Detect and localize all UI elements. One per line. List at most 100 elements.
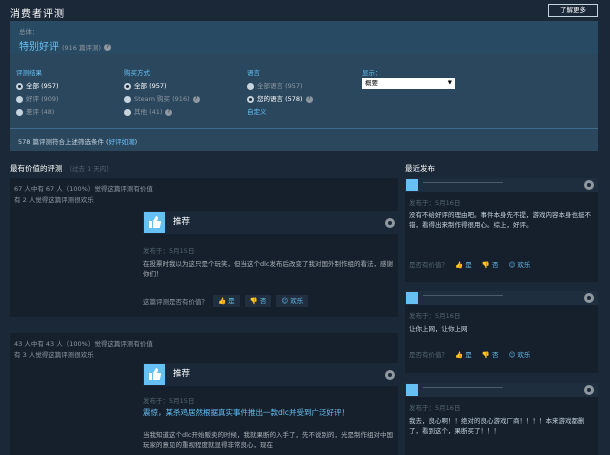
radio-purchase-other[interactable]: 其他 (41)?: [124, 106, 200, 119]
help-icon[interactable]: ?: [165, 108, 173, 116]
steam-icon: [584, 180, 594, 190]
vote-funny-button[interactable]: ☺ 欢乐: [509, 351, 531, 359]
filter-rating-title: 评测结果: [16, 69, 42, 77]
overall-review-count: (916 篇评测): [62, 44, 102, 52]
filter-language: 语言 全部语言 (957) 您的语言 (578)? 自定义: [247, 67, 313, 116]
review-text: 在投票时我以为这只是个玩笑，但当这个dlc发布后改变了我对国外制作组的看法，感谢…: [143, 260, 394, 278]
thumbs-up-icon: 👍: [218, 297, 227, 305]
review-recommend-header[interactable]: 推荐: [143, 363, 400, 386]
radio-rating-all[interactable]: 全部 (957): [16, 80, 59, 93]
recent-review-header[interactable]: [405, 291, 598, 305]
help-icon[interactable]: ?: [104, 43, 112, 51]
radio-icon[interactable]: [16, 95, 23, 103]
funny-count: 有 3 人觉得这篇评测很欢乐: [14, 351, 94, 359]
section-title: 消费者评测: [10, 9, 65, 20]
radio-icon[interactable]: [16, 82, 23, 90]
thumbs-down-icon: 👎: [249, 297, 258, 305]
filter-purchase: 购买方式 全部 (957) Steam 购买 (916)? 其他 (41)?: [124, 67, 200, 119]
overall-rating: 特别好评 (916 篇评测)?: [19, 38, 112, 53]
thumbs-up-icon: [406, 179, 418, 191]
radio-purchase-steam[interactable]: Steam 购买 (916)?: [124, 93, 200, 106]
vote-no-button[interactable]: 👎 否: [482, 351, 499, 359]
review-filter-panel: 总体： 特别好评 (916 篇评测)? 评测结果 全部 (957) 好评 (909…: [10, 21, 598, 151]
reviews-header: 消费者评测 了解更多: [10, 4, 598, 20]
thumbs-up-icon: [406, 384, 418, 396]
review-recommend-header[interactable]: 推荐: [143, 211, 400, 234]
username-placeholder: [423, 387, 503, 388]
radio-language-yours[interactable]: 您的语言 (578)?: [247, 93, 313, 106]
vote-funny-button[interactable]: ☺ 欢乐: [509, 261, 531, 269]
vote-row: 这篇评测是否有价值？ 👍 是 👎 否 ☺ 欢乐: [143, 295, 311, 309]
radio-rating-negative[interactable]: 差评 (48): [16, 106, 59, 119]
filter-rating: 评测结果 全部 (957) 好评 (909) 差评 (48): [16, 67, 59, 119]
vote-no-button[interactable]: 👎 否: [244, 295, 272, 307]
username-placeholder: [423, 182, 503, 183]
most-helpful-title: 最有价值的评测 （过去 1 天内）: [10, 164, 113, 173]
recent-review-header[interactable]: [405, 178, 598, 192]
vote-row: 是否有价值？ 👍 是 👎 否 ☺ 欢乐: [409, 259, 538, 269]
review-card: 43 人中有 43 人（100%）觉得这篇评测有价值 有 3 人觉得这篇评测很欢…: [10, 333, 400, 455]
helpful-count: 67 人中有 67 人（100%）觉得这篇评测有价值: [14, 185, 153, 193]
radio-purchase-all[interactable]: 全部 (957): [124, 80, 200, 93]
custom-language-link[interactable]: 自定义: [247, 106, 313, 116]
overall-summary: 总体： 特别好评 (916 篇评测)?: [10, 21, 598, 54]
radio-language-all[interactable]: 全部语言 (957): [247, 80, 313, 93]
help-icon[interactable]: ?: [305, 95, 313, 103]
radio-icon[interactable]: [124, 95, 131, 103]
review-text: 当我知道这个dlc开始贩卖的时候，我就果断的入手了，先不说别的，光是制作组对中国…: [143, 431, 394, 449]
posted-date: 发布于：5月16日: [409, 199, 461, 207]
funny-count: 有 2 人觉得这篇评测很欢乐: [14, 196, 94, 204]
filter-display-title: 显示：: [362, 69, 382, 77]
review-text: 我去，良心啊！！绝对的良心游戏厂商！！！！本来游戏都删了，看到这个，果断买了！！…: [409, 417, 585, 435]
display-select[interactable]: 概要 ▼: [362, 78, 455, 89]
steam-icon: [584, 293, 594, 303]
posted-date: 发布于：5月16日: [409, 312, 461, 320]
radio-rating-positive[interactable]: 好评 (909): [16, 93, 59, 106]
match-text: 578 篇评测符合上述筛选条件 (好评如潮): [18, 138, 138, 146]
radio-icon[interactable]: [124, 108, 131, 116]
help-icon[interactable]: ?: [192, 95, 200, 103]
helpful-count: 43 人中有 43 人（100%）觉得这篇评测有价值: [14, 340, 153, 348]
radio-icon[interactable]: [124, 82, 131, 90]
filter-display: 显示： 概要 ▼: [362, 67, 458, 91]
vote-yes-button[interactable]: 👍 是: [455, 351, 472, 359]
review-card: 67 人中有 67 人（100%）觉得这篇评测有价值 有 2 人觉得这篇评测很欢…: [10, 178, 400, 317]
posted-date: 发布于：5月15日: [143, 397, 195, 405]
recommend-label: 推荐: [173, 217, 191, 227]
vote-no-button[interactable]: 👎 否: [482, 261, 499, 269]
vote-question: 是否有价值？: [409, 261, 448, 269]
filter-language-title: 语言: [247, 69, 260, 77]
recent-review-card: 发布于：5月16日 让你上网，让你上网 是否有价值？ 👍 是 👎 否 ☺ 欢乐: [405, 291, 598, 373]
match-rating-link[interactable]: 好评如潮: [109, 138, 135, 146]
vote-row: 是否有价值？ 👍 是 👎 否 ☺ 欢乐: [409, 349, 538, 359]
vote-yes-button[interactable]: 👍 是: [455, 261, 472, 269]
vote-question: 这篇评测是否有价值？: [143, 298, 208, 306]
vote-yes-button[interactable]: 👍 是: [213, 295, 240, 307]
review-highlight: 震惊，某杀鸡居然根据真实事件推出一款dlc并受到广泛好评！: [143, 408, 349, 417]
review-text: 没有不给好评的理由吧。事件本身先不提，游戏内容本身也挺不错，看得出来制作得很用心…: [409, 211, 591, 229]
username-placeholder: [423, 295, 503, 296]
steam-icon: [584, 385, 594, 395]
recent-review-card: 发布于：5月16日 我去，良心啊！！绝对的良心游戏厂商！！！！本来游戏都删了，看…: [405, 383, 598, 455]
vote-funny-button[interactable]: ☺ 欢乐: [276, 295, 309, 307]
filter-purchase-title: 购买方式: [124, 69, 150, 77]
review-content: 推荐 发布于：5月15日 震惊，某杀鸡居然根据真实事件推出一款dlc并受到广泛好…: [143, 363, 400, 455]
recent-review-card: 发布于：5月16日 没有不给好评的理由吧。事件本身先不提，游戏内容本身也挺不错，…: [405, 178, 598, 282]
smiley-icon: ☺: [281, 297, 289, 305]
thumbs-up-icon: [144, 212, 165, 233]
most-helpful-period: （过去 1 天内）: [65, 165, 113, 173]
recent-title: 最近发布: [405, 164, 435, 173]
steam-icon: [385, 218, 395, 228]
vote-question: 是否有价值？: [409, 351, 448, 359]
learn-more-button[interactable]: 了解更多: [548, 4, 598, 17]
radio-icon[interactable]: [247, 95, 254, 103]
steam-icon: [385, 370, 395, 380]
radio-icon[interactable]: [16, 108, 23, 116]
review-content: 推荐 发布于：5月15日 在投票时我以为这只是个玩笑，但当这个dlc发布后改变了…: [143, 211, 400, 315]
thumbs-up-icon: [144, 364, 165, 385]
recent-review-header[interactable]: [405, 383, 598, 397]
overall-rating-value[interactable]: 特别好评: [19, 42, 59, 53]
posted-date: 发布于：5月15日: [143, 247, 195, 255]
display-select-value: 概要: [365, 79, 378, 87]
radio-icon[interactable]: [247, 82, 254, 90]
